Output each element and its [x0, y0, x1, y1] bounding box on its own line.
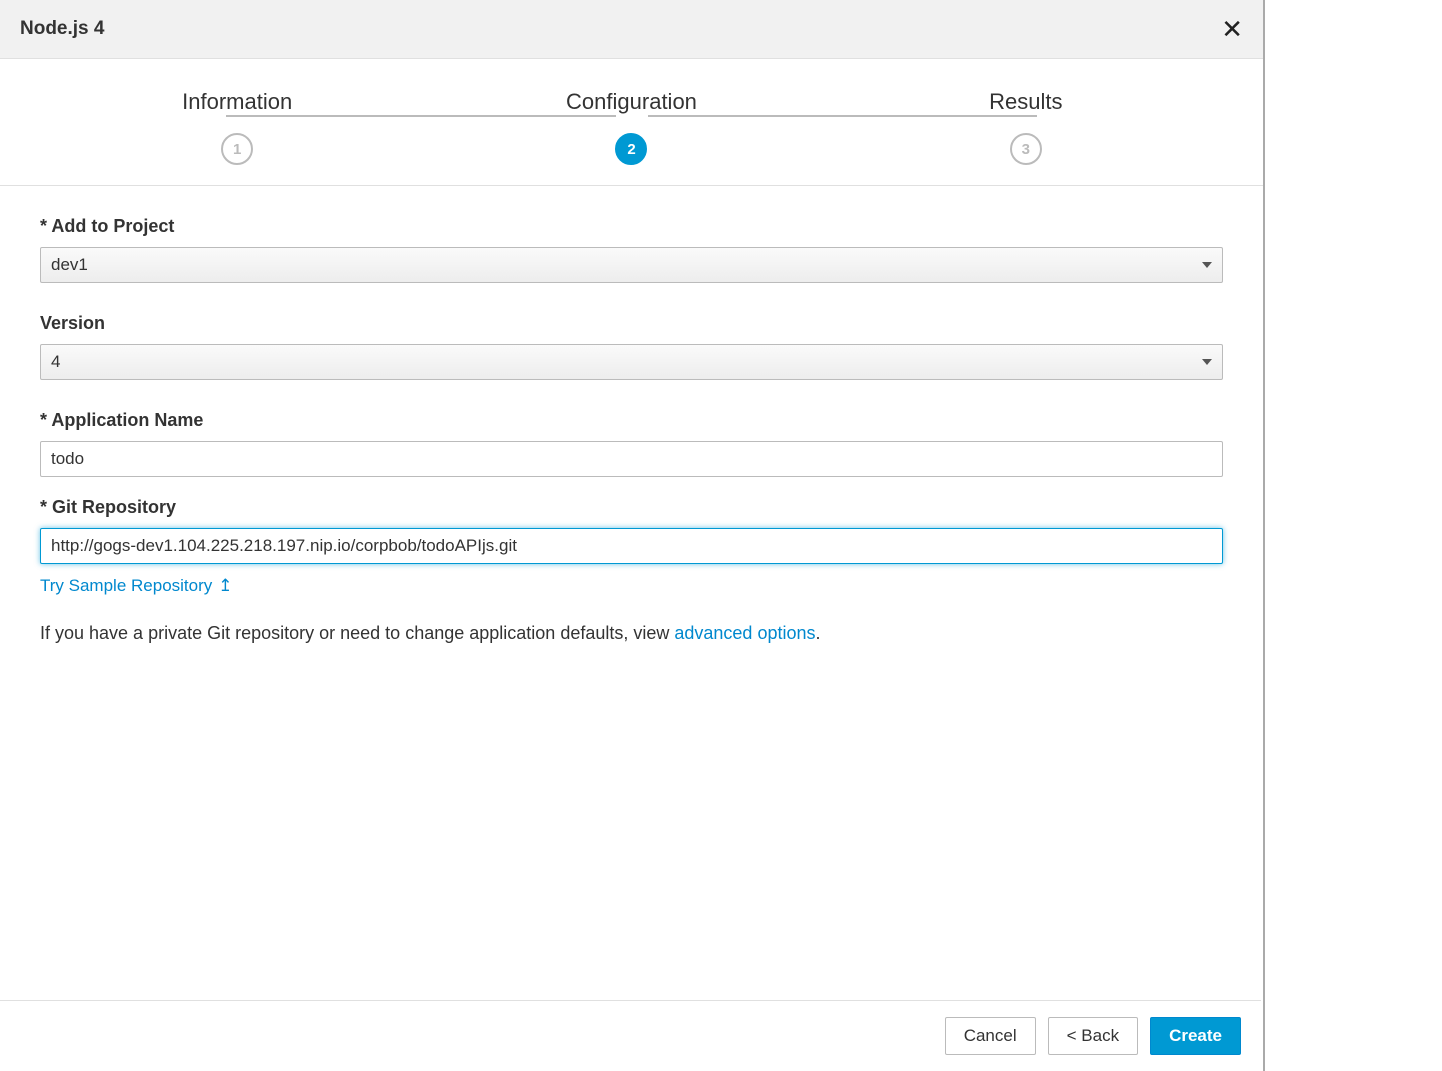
close-icon[interactable]: ✕ — [1221, 16, 1243, 42]
back-button[interactable]: < Back — [1048, 1017, 1138, 1055]
dialog-title: Node.js 4 — [20, 18, 104, 40]
step-number-icon: 2 — [615, 133, 647, 165]
create-button[interactable]: Create — [1150, 1017, 1241, 1055]
select-value: 4 — [51, 352, 60, 372]
step-information[interactable]: Information 1 — [40, 89, 434, 165]
field-label: Version — [40, 313, 1223, 334]
try-sample-repository-link[interactable]: Try Sample Repository ↥ — [40, 576, 233, 596]
select-value: dev1 — [51, 255, 88, 275]
help-text: If you have a private Git repository or … — [40, 620, 1223, 647]
dialog-footer: Cancel < Back Create — [0, 1000, 1261, 1071]
field-label: * Add to Project — [40, 216, 1223, 237]
field-version: Version 4 — [40, 313, 1223, 380]
field-application-name: * Application Name — [40, 410, 1223, 477]
step-connector — [226, 115, 615, 117]
step-results[interactable]: Results 3 — [829, 89, 1223, 165]
step-number-icon: 3 — [1010, 133, 1042, 165]
dialog: Node.js 4 ✕ Information 1 Configuration … — [0, 0, 1265, 1071]
field-add-to-project: * Add to Project dev1 — [40, 216, 1223, 283]
field-git-repository: * Git Repository Try Sample Repository ↥… — [40, 497, 1223, 647]
cancel-button[interactable]: Cancel — [945, 1017, 1036, 1055]
application-name-input[interactable] — [40, 441, 1223, 477]
field-label: * Git Repository — [40, 497, 1223, 518]
wizard-steps: Information 1 Configuration 2 Results 3 — [0, 59, 1263, 186]
chevron-down-icon — [1202, 262, 1212, 268]
title-bar: Node.js 4 ✕ — [0, 0, 1263, 59]
version-select[interactable]: 4 — [40, 344, 1223, 380]
chevron-down-icon — [1202, 359, 1212, 365]
form: * Add to Project dev1 Version 4 * Applic… — [0, 186, 1263, 697]
advanced-options-link[interactable]: advanced options — [674, 623, 815, 643]
step-configuration[interactable]: Configuration 2 — [434, 89, 828, 165]
external-link-icon: ↥ — [218, 576, 232, 596]
step-number-icon: 1 — [221, 133, 253, 165]
field-label: * Application Name — [40, 410, 1223, 431]
project-select[interactable]: dev1 — [40, 247, 1223, 283]
git-repository-input[interactable] — [40, 528, 1223, 564]
step-connector — [648, 115, 1037, 117]
